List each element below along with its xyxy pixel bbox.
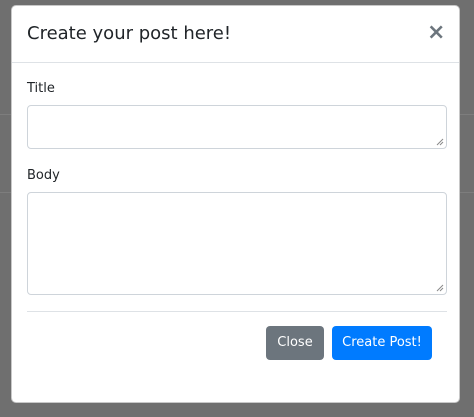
title-input[interactable] — [27, 105, 447, 149]
close-button[interactable]: Close — [266, 326, 324, 360]
modal-title: Create your post here! — [27, 23, 232, 44]
modal-header: Create your post here! × — [12, 6, 459, 63]
create-post-modal: Create your post here! × Title Body Clos… — [11, 5, 460, 403]
title-label: Title — [27, 81, 55, 96]
footer-divider — [27, 311, 447, 312]
close-icon[interactable]: × — [427, 20, 445, 46]
body-textarea[interactable] — [27, 192, 447, 295]
body-label: Body — [27, 168, 60, 183]
resize-grip-icon[interactable] — [436, 138, 444, 146]
create-post-button[interactable]: Create Post! — [332, 326, 432, 360]
resize-grip-icon[interactable] — [436, 284, 444, 292]
